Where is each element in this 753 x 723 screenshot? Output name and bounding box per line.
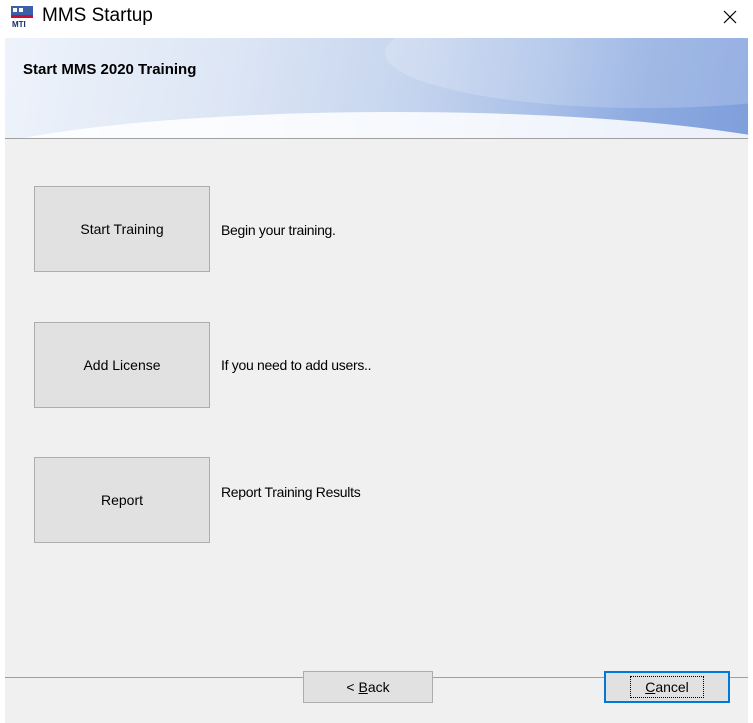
report-description: Report Training Results — [221, 484, 361, 500]
start-training-description: Begin your training. — [221, 222, 336, 238]
start-training-button[interactable]: Start Training — [34, 186, 210, 272]
mms-app-icon: MTI — [10, 4, 34, 28]
close-icon — [723, 10, 737, 24]
page-title: Start MMS 2020 Training — [23, 61, 197, 78]
add-license-description: If you need to add users.. — [221, 357, 372, 373]
cancel-button[interactable]: Cancel — [604, 671, 730, 703]
mms-startup-window: MTI MMS Startup Start MMS 2020 Training … — [0, 0, 753, 723]
back-button-label: < Back — [346, 679, 390, 695]
window-title: MMS Startup — [42, 5, 153, 26]
close-button[interactable] — [707, 0, 753, 34]
start-training-button-label: Start Training — [80, 221, 164, 237]
back-button[interactable]: < Back — [303, 671, 433, 703]
add-license-button[interactable]: Add License — [34, 322, 210, 408]
title-bar[interactable]: MTI MMS Startup — [0, 0, 753, 38]
footer-bar: < Back Cancel — [5, 671, 748, 723]
report-button[interactable]: Report — [34, 457, 210, 543]
cancel-button-label: Cancel — [630, 676, 704, 698]
svg-text:MTI: MTI — [12, 20, 26, 28]
header-banner: Start MMS 2020 Training — [5, 38, 748, 138]
report-button-label: Report — [100, 492, 144, 508]
options-panel: Start Training Begin your training. Add … — [5, 139, 748, 677]
window-right-border — [748, 38, 753, 723]
add-license-button-label: Add License — [83, 357, 161, 373]
